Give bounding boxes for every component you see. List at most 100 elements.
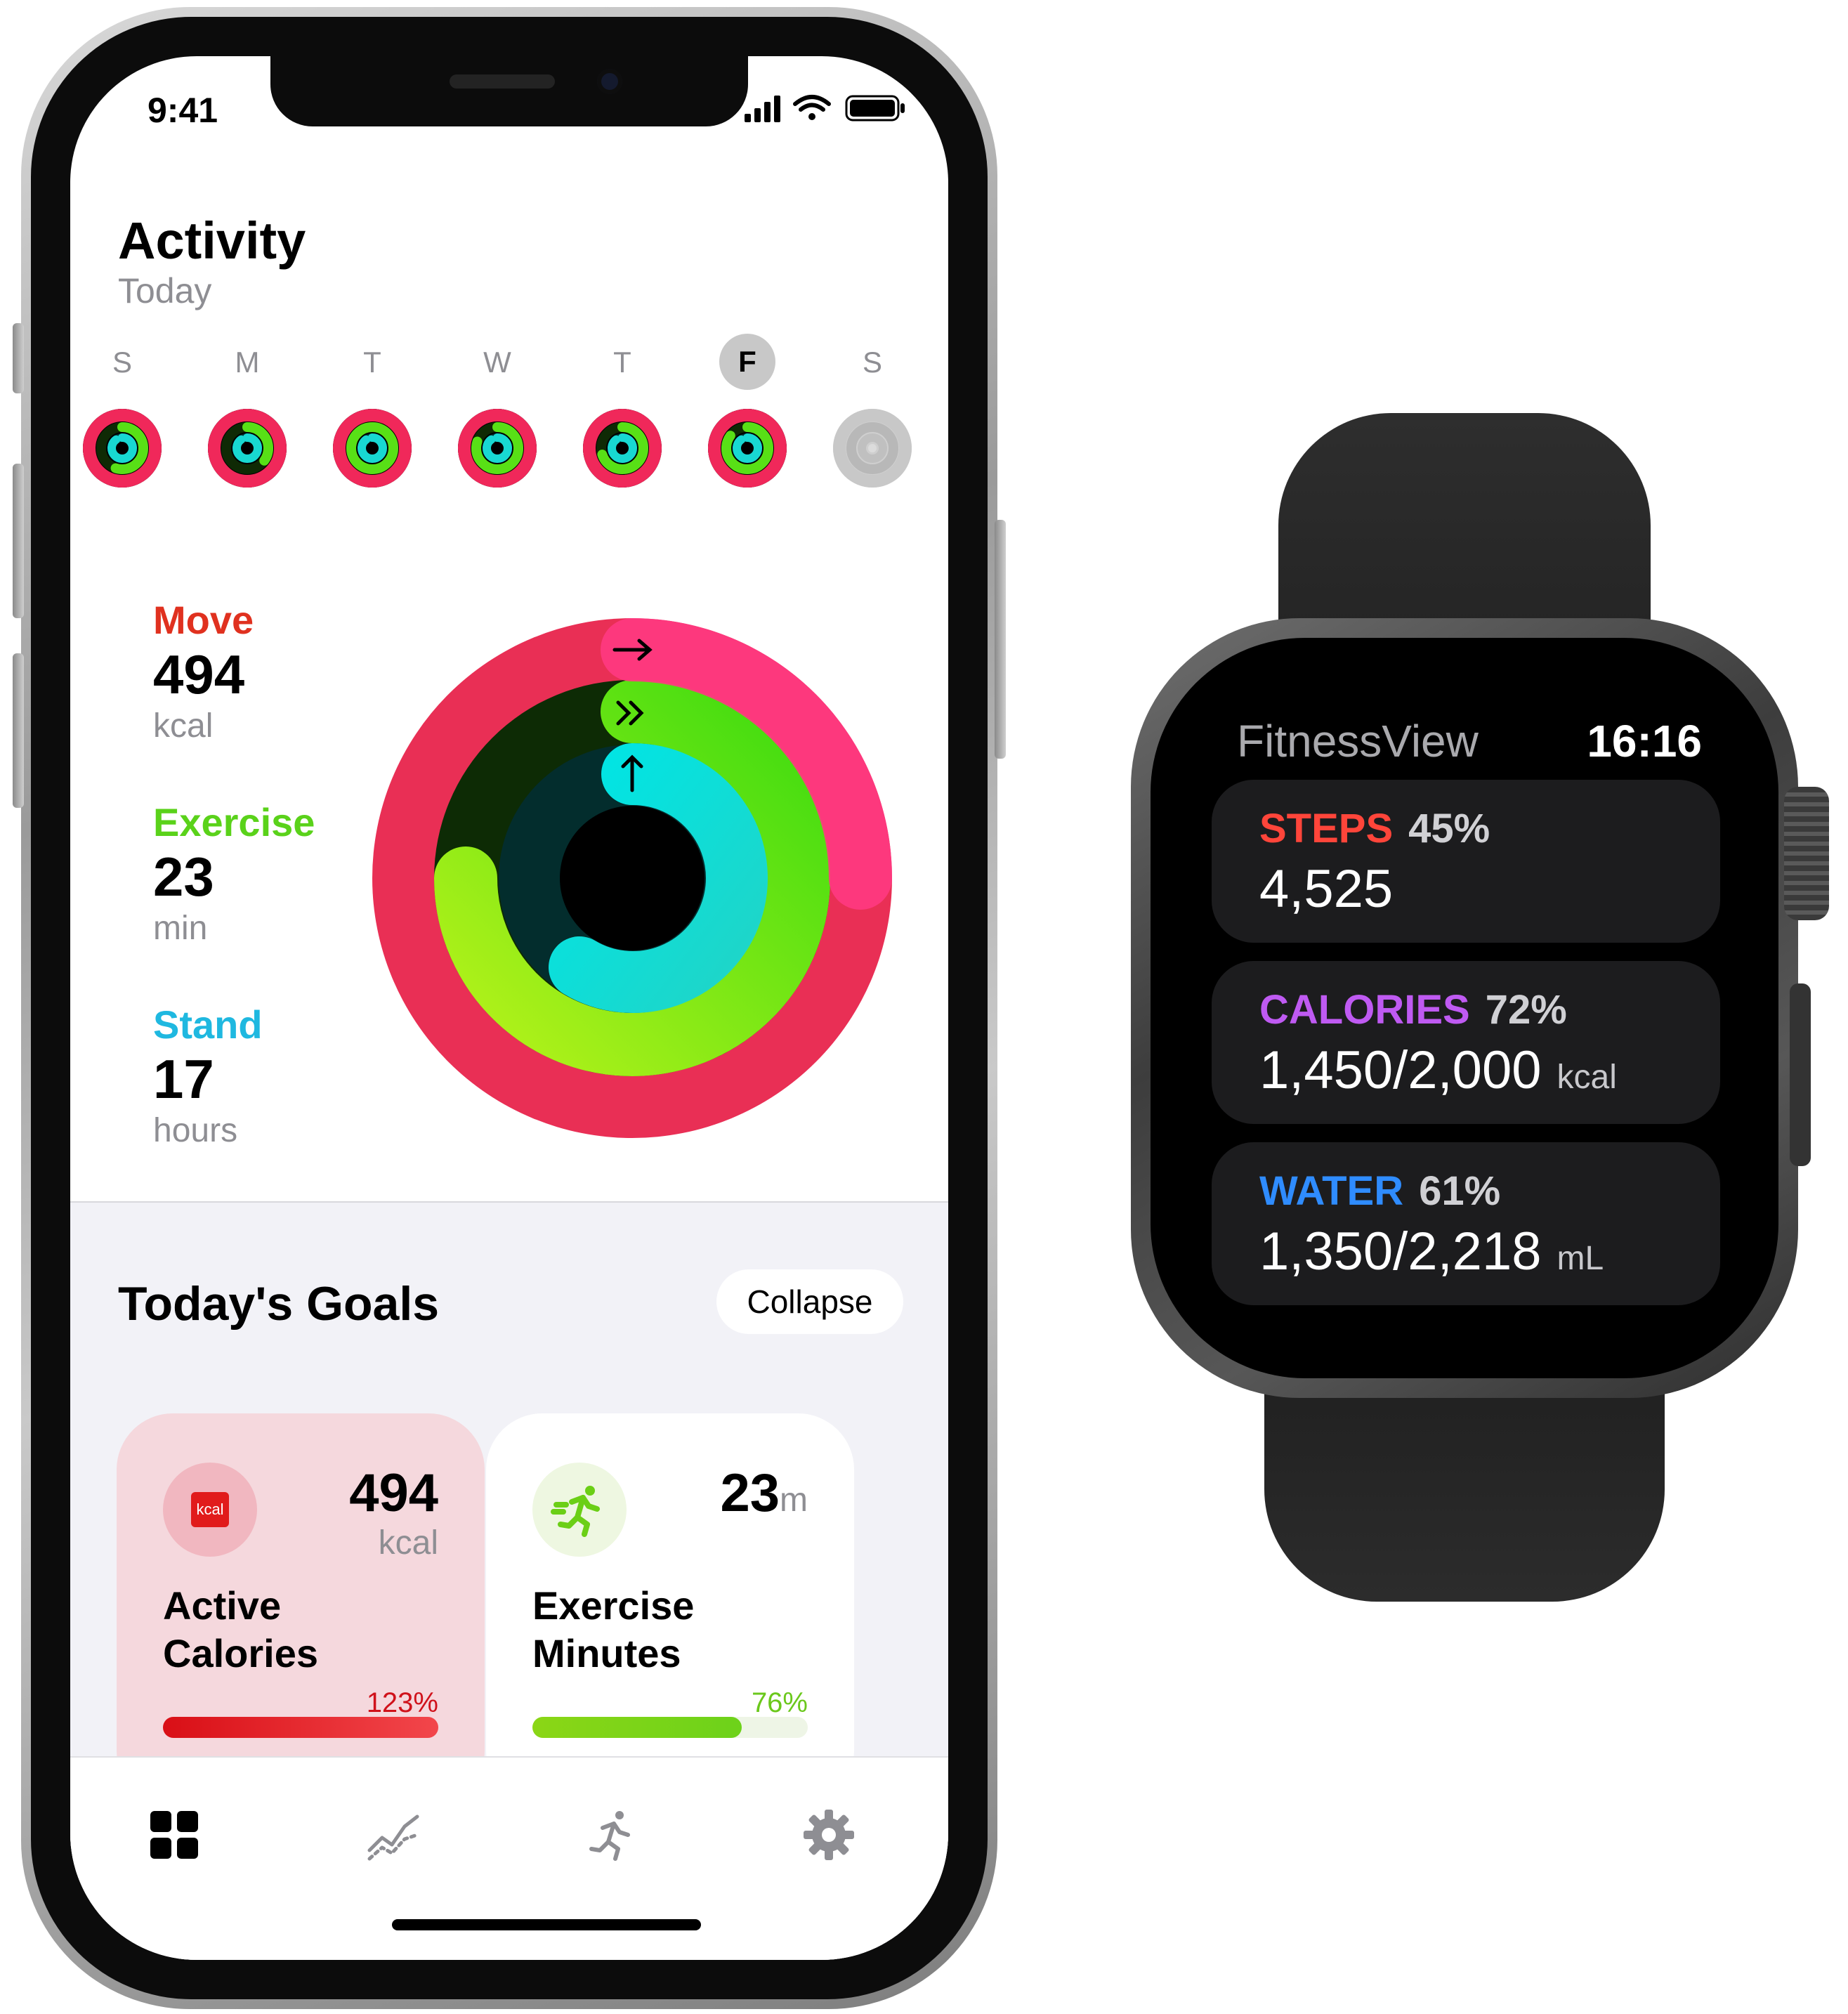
- water-label-row: WATER 61%: [1259, 1168, 1500, 1215]
- water-card[interactable]: WATER 61% 1,350/2,218 mL: [1212, 1142, 1720, 1305]
- day-activity-ring[interactable]: [333, 409, 412, 488]
- kcal-icon-glyph: kcal: [191, 1492, 229, 1527]
- steps-card[interactable]: STEPS 45% 4,525: [1212, 780, 1720, 943]
- day-label[interactable]: M: [223, 346, 272, 379]
- calories-percent: 123%: [366, 1687, 438, 1718]
- calories-progress-bar: [163, 1717, 438, 1738]
- stand-unit: hours: [153, 1112, 238, 1149]
- exercise-progress-fill: [532, 1717, 742, 1738]
- exercise-name-line2: Minutes: [532, 1631, 681, 1675]
- steps-label-row: STEPS 45%: [1259, 805, 1490, 852]
- silent-switch: [13, 323, 24, 393]
- stand-value: 17: [153, 1048, 214, 1110]
- calories-name-line2: Calories: [163, 1631, 318, 1675]
- page-title: Activity: [118, 211, 306, 270]
- watch-calories-value: 1,450/2,000: [1259, 1040, 1542, 1100]
- exercise-progress-bar: [532, 1717, 808, 1738]
- calories-value-number: 494: [349, 1463, 438, 1523]
- watch-app-name: FitnessView: [1237, 716, 1479, 766]
- exercise-minutes-number: 23: [720, 1463, 780, 1523]
- exercise-value: 23: [153, 846, 214, 908]
- status-time: 9:41: [148, 91, 218, 130]
- volume-up-button: [13, 464, 24, 618]
- steps-value: 4,525: [1259, 859, 1394, 919]
- cellular-signal-icon: [745, 96, 780, 122]
- trends-icon[interactable]: [365, 1807, 421, 1863]
- speaker-grille: [450, 74, 555, 89]
- workout-icon[interactable]: [583, 1807, 639, 1863]
- wifi-icon: [793, 95, 831, 120]
- day-activity-ring[interactable]: [83, 409, 162, 488]
- move-label: Move: [153, 598, 254, 642]
- day-activity-ring[interactable]: [208, 409, 287, 488]
- volume-down-button: [13, 653, 24, 808]
- exercise-label: Exercise: [153, 800, 315, 844]
- active-calories-card[interactable]: kcal 494 kcal Active Calories 123%: [117, 1413, 485, 1807]
- calories-name: Active Calories: [163, 1582, 318, 1678]
- exercise-minutes-name: Exercise Minutes: [532, 1582, 694, 1678]
- calories-card[interactable]: CALORIES 72% 1,450/2,000 kcal: [1212, 961, 1720, 1124]
- steps-value-row: 4,525: [1259, 858, 1393, 920]
- exercise-minutes-value: 23m: [720, 1463, 808, 1524]
- watch-time: 16:16: [1587, 716, 1702, 766]
- kcal-icon: kcal: [163, 1463, 257, 1557]
- calories-progress-fill: [163, 1717, 438, 1738]
- day-label[interactable]: T: [598, 346, 647, 379]
- day-label[interactable]: F: [719, 334, 775, 390]
- collapse-button[interactable]: Collapse: [716, 1269, 903, 1334]
- ring-center: [560, 806, 705, 950]
- front-camera: [597, 69, 622, 94]
- watch-calories-unit: kcal: [1557, 1059, 1617, 1096]
- water-value-row: 1,350/2,218 mL: [1259, 1221, 1604, 1282]
- move-unit: kcal: [153, 707, 214, 745]
- watch-calories-label: CALORIES: [1259, 987, 1470, 1033]
- steps-percent: 45%: [1408, 806, 1490, 851]
- exercise-minutes-card[interactable]: 23m Exercise Minutes 76%: [486, 1413, 854, 1807]
- home-indicator[interactable]: [392, 1919, 701, 1930]
- stand-metric: Stand 17 hours: [153, 1002, 263, 1150]
- day-label[interactable]: S: [848, 346, 897, 379]
- power-button: [995, 520, 1006, 759]
- digital-crown[interactable]: [1784, 787, 1829, 920]
- calories-value: 494 kcal: [349, 1463, 438, 1562]
- watch-calories-percent: 72%: [1485, 987, 1567, 1033]
- settings-gear-icon[interactable]: [801, 1807, 857, 1863]
- calories-label-row: CALORIES 72%: [1259, 986, 1567, 1033]
- watch-screen: FitnessView 16:16 STEPS 45% 4,525 CALORIE…: [1184, 674, 1745, 1342]
- exercise-name-line1: Exercise: [532, 1583, 695, 1628]
- stand-label: Stand: [153, 1002, 263, 1047]
- exercise-unit: min: [153, 910, 208, 947]
- steps-label: STEPS: [1259, 806, 1394, 851]
- day-activity-ring[interactable]: [833, 409, 912, 488]
- water-percent: 61%: [1419, 1168, 1501, 1214]
- running-figure-icon: [532, 1463, 627, 1557]
- day-label[interactable]: T: [348, 346, 397, 379]
- calories-name-line1: Active: [163, 1583, 282, 1628]
- exercise-minutes-unit: m: [780, 1482, 808, 1519]
- calories-value-row: 1,450/2,000 kcal: [1259, 1040, 1617, 1101]
- activity-rings[interactable]: [372, 618, 892, 1138]
- day-activity-ring[interactable]: [583, 409, 662, 488]
- page-subtitle: Today: [118, 271, 212, 310]
- watch-side-button[interactable]: [1790, 983, 1811, 1166]
- dashboard-icon[interactable]: [146, 1807, 202, 1863]
- notch: [270, 56, 748, 126]
- day-label[interactable]: S: [98, 346, 147, 379]
- phone-screen: 9:41 Activity Today Move 494 kcal Exerci…: [70, 56, 948, 1960]
- calories-unit: kcal: [378, 1524, 438, 1562]
- running-figure-glyph: [551, 1486, 600, 1537]
- exercise-metric: Exercise 23 min: [153, 799, 315, 948]
- move-value: 494: [153, 643, 245, 705]
- battery-icon: [845, 95, 905, 122]
- water-label: WATER: [1259, 1168, 1404, 1214]
- day-activity-ring[interactable]: [458, 409, 537, 488]
- water-unit: mL: [1557, 1240, 1604, 1277]
- water-value: 1,350/2,218: [1259, 1222, 1542, 1281]
- exercise-percent: 76%: [751, 1687, 808, 1718]
- tab-bar: [70, 1756, 948, 1960]
- status-icons: [745, 95, 905, 122]
- day-label[interactable]: W: [473, 346, 522, 379]
- goals-title: Today's Goals: [118, 1277, 440, 1330]
- move-metric: Move 494 kcal: [153, 597, 254, 745]
- day-activity-ring[interactable]: [708, 409, 787, 488]
